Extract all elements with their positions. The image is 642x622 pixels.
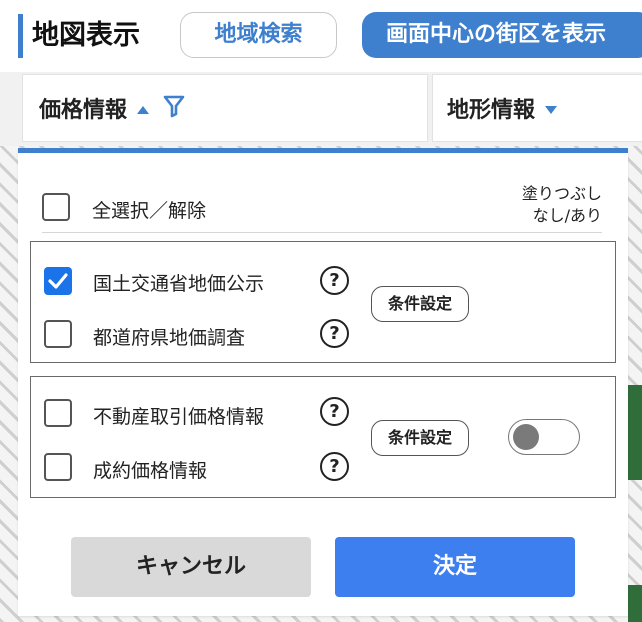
condition-settings-button[interactable]: 条件設定 — [371, 420, 469, 456]
help-icon[interactable]: ? — [320, 319, 349, 348]
cancel-button[interactable]: キャンセル — [71, 537, 311, 597]
page-title: 地図表示 — [32, 20, 140, 51]
map-green-block — [628, 385, 642, 480]
show-center-block-button[interactable]: 画面中心の街区を表示 — [362, 12, 642, 58]
contract-price-checkbox[interactable] — [44, 453, 72, 481]
header-bar: 地図表示 地域検索 画面中心の街区を表示 — [0, 0, 642, 72]
mlit-land-price-label: 国土交通省地価公示 — [93, 273, 265, 295]
filter-icon[interactable] — [163, 94, 185, 122]
title-accent-bar — [18, 14, 23, 58]
transaction-price-group: 不動産取引価格情報 ? 成約価格情報 ? 条件設定 — [30, 376, 616, 498]
toggle-knob — [513, 424, 539, 450]
select-all-row: 全選択／解除 塗りつぶし なし/あり — [42, 183, 602, 233]
public-price-group: 国土交通省地価公示 ? 都道府県地価調査 ? 条件設定 — [30, 241, 616, 363]
select-all-label: 全選択／解除 — [92, 200, 207, 222]
fill-column-label: 塗りつぶし — [521, 184, 602, 203]
contract-price-label: 成約価格情報 — [93, 460, 208, 482]
map-green-block — [628, 585, 642, 622]
tab-terrain-info[interactable]: 地形情報 — [432, 74, 642, 142]
caret-up-icon — [137, 99, 150, 118]
layer-tabs: 価格情報 地形情報 — [0, 72, 642, 146]
select-all-checkbox[interactable] — [42, 193, 70, 221]
fill-column-label: なし/あり — [532, 206, 602, 225]
ok-button[interactable]: 決定 — [335, 537, 575, 597]
mlit-land-price-checkbox[interactable] — [44, 267, 72, 295]
price-layer-panel: 全選択／解除 塗りつぶし なし/あり 国土交通省地価公示 ? 都道府県地価調査 … — [18, 148, 628, 616]
tab-label: 地形情報 — [447, 98, 536, 123]
tab-label: 価格情報 — [39, 98, 128, 123]
help-icon[interactable]: ? — [320, 266, 349, 295]
real-estate-transaction-label: 不動産取引価格情報 — [93, 406, 265, 428]
prefecture-land-price-checkbox[interactable] — [44, 320, 72, 348]
help-icon[interactable]: ? — [320, 452, 349, 481]
help-icon[interactable]: ? — [320, 397, 349, 426]
tab-price-info[interactable]: 価格情報 — [22, 74, 428, 142]
fill-column-header: 塗りつぶし なし/あり — [522, 183, 602, 227]
region-search-button[interactable]: 地域検索 — [180, 12, 337, 58]
fill-toggle[interactable] — [508, 419, 580, 455]
prefecture-land-price-label: 都道府県地価調査 — [93, 327, 246, 349]
caret-down-icon — [545, 99, 558, 118]
condition-settings-button[interactable]: 条件設定 — [371, 286, 469, 322]
real-estate-transaction-checkbox[interactable] — [44, 399, 72, 427]
